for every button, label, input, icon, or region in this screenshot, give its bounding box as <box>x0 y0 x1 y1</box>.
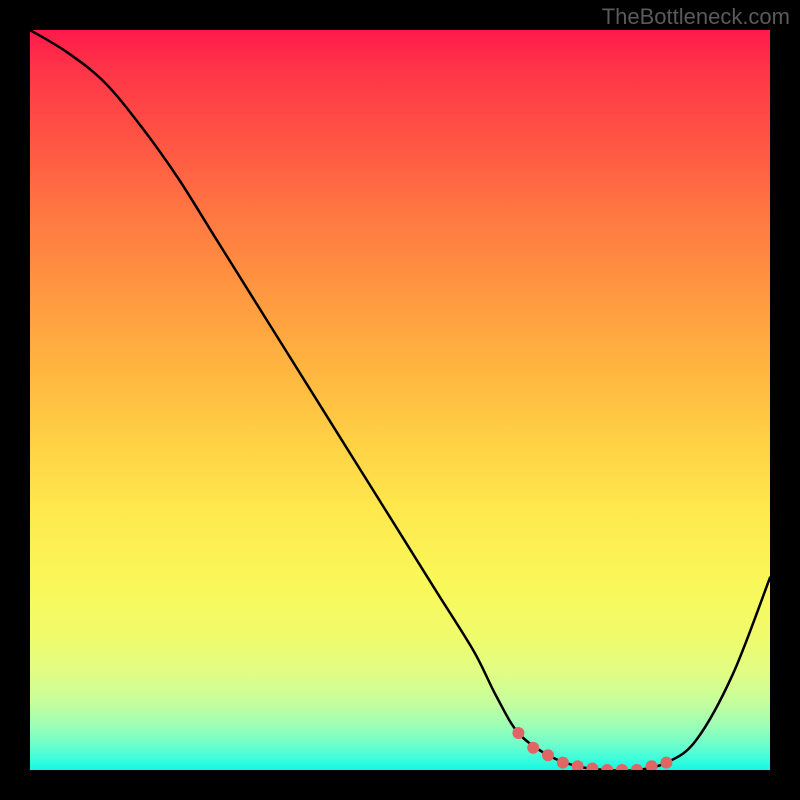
bottleneck-marker <box>646 760 658 770</box>
chart-svg <box>30 30 770 770</box>
bottleneck-marker <box>631 764 643 770</box>
watermark-text: TheBottleneck.com <box>602 4 790 30</box>
bottleneck-marker <box>542 749 554 761</box>
bottleneck-marker <box>586 763 598 770</box>
bottleneck-marker <box>512 727 524 739</box>
chart-plot-area <box>30 30 770 770</box>
bottleneck-marker <box>601 764 613 770</box>
bottleneck-curve-line <box>30 30 770 770</box>
bottleneck-marker <box>572 760 584 770</box>
bottleneck-marker <box>557 757 569 769</box>
bottleneck-marker <box>527 742 539 754</box>
bottleneck-marker <box>660 757 672 769</box>
bottleneck-marker <box>616 764 628 770</box>
bottleneck-marker-cluster <box>512 727 672 770</box>
